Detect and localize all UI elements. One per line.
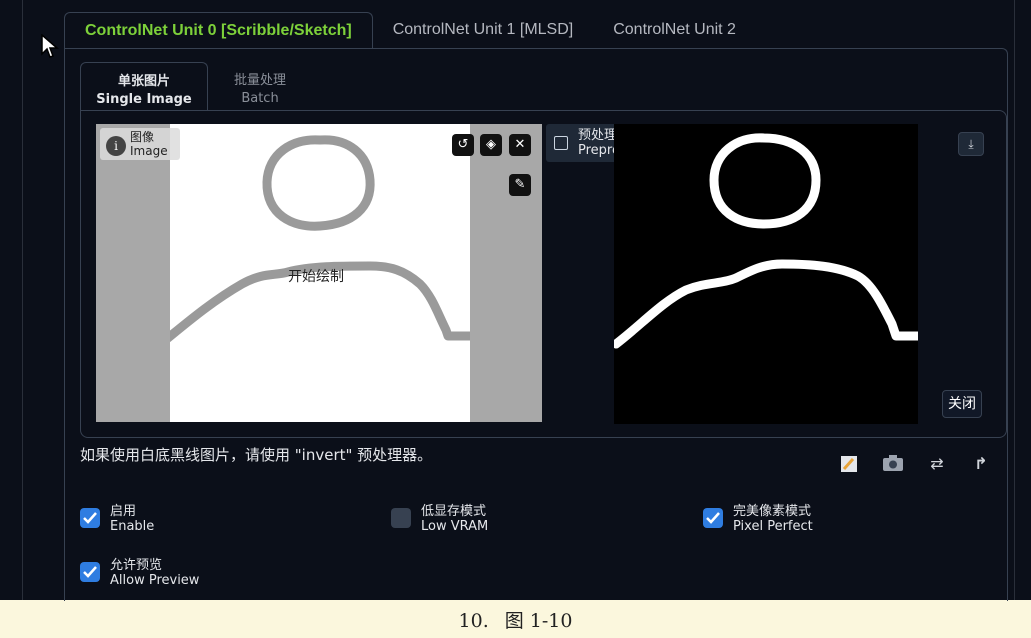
swap-icon[interactable]: ⇄ bbox=[926, 454, 948, 474]
edit-icon[interactable] bbox=[838, 454, 860, 474]
divider bbox=[1014, 0, 1015, 600]
tab-unit-0[interactable]: ControlNet Unit 0 [Scribble/Sketch] bbox=[64, 12, 373, 49]
checkbox-label-en: Pixel Perfect bbox=[733, 519, 813, 534]
preprocessor-preview-image bbox=[611, 124, 923, 424]
download-icon[interactable]: ⤓ bbox=[958, 132, 984, 156]
tab-label-cn: 批量处理 bbox=[233, 73, 286, 88]
image-label-cn: 图像 bbox=[130, 130, 155, 144]
image-label: i 图像 Image bbox=[100, 128, 180, 160]
brush-icon[interactable]: ✎ bbox=[509, 174, 531, 196]
mouse-cursor-icon bbox=[41, 34, 60, 58]
checkbox-label-en: Low VRAM bbox=[421, 519, 489, 534]
pixel-perfect-checkbox[interactable] bbox=[703, 508, 723, 528]
checkbox-label-cn: 完美像素模式 bbox=[733, 504, 812, 519]
camera-icon[interactable] bbox=[882, 454, 904, 474]
caption-number: 10. bbox=[458, 610, 489, 632]
low-vram-checkbox[interactable] bbox=[391, 508, 411, 528]
checkbox-label-en: Enable bbox=[110, 519, 155, 534]
tab-unit-1[interactable]: ControlNet Unit 1 [MLSD] bbox=[373, 12, 594, 48]
allow-preview-label: 允许预览 Allow Preview bbox=[110, 558, 199, 588]
preview-drawing bbox=[611, 133, 923, 349]
tab-unit-2[interactable]: ControlNet Unit 2 bbox=[593, 12, 756, 48]
enable-label: 启用 Enable bbox=[110, 504, 154, 534]
divider bbox=[22, 0, 23, 600]
eraser-icon[interactable]: ◈ bbox=[480, 134, 502, 156]
checkbox-label-cn: 允许预览 bbox=[110, 558, 163, 573]
image-icon bbox=[554, 136, 568, 150]
close-icon[interactable]: ✕ bbox=[509, 134, 531, 156]
image-label-en: Image bbox=[130, 144, 168, 158]
controlnet-panel: ControlNet Unit 0 [Scribble/Sketch] Cont… bbox=[0, 0, 1031, 601]
tab-label-en: Single Image bbox=[96, 92, 192, 107]
unit-tabs: ControlNet Unit 0 [Scribble/Sketch] Cont… bbox=[64, 12, 756, 49]
tab-single-image[interactable]: 单张图片 Single Image bbox=[80, 62, 208, 110]
tab-batch[interactable]: 批量处理 Batch bbox=[212, 62, 308, 110]
upload-arrow-icon[interactable]: ↱ bbox=[970, 454, 992, 474]
tab-label-cn: 单张图片 bbox=[117, 74, 170, 89]
low-vram-label: 低显存模式 Low VRAM bbox=[421, 504, 488, 534]
start-drawing-text[interactable]: 开始绘制 bbox=[288, 266, 344, 286]
figure-caption: 10. 图 1-10 bbox=[0, 606, 1031, 633]
allow-preview-checkbox[interactable] bbox=[80, 562, 100, 582]
pixel-perfect-label: 完美像素模式 Pixel Perfect bbox=[733, 504, 813, 534]
checkbox-label-cn: 低显存模式 bbox=[421, 504, 487, 519]
invert-hint: 如果使用白底黑线图片，请使用 "invert" 预处理器。 bbox=[80, 446, 433, 464]
undo-icon[interactable]: ↺ bbox=[452, 134, 474, 156]
caption-text: 图 1-10 bbox=[504, 610, 573, 632]
image-info-icon: i bbox=[106, 136, 126, 156]
checkbox-label-en: Allow Preview bbox=[110, 573, 200, 588]
close-preview-button[interactable]: 关闭 bbox=[942, 390, 982, 418]
checkbox-label-cn: 启用 bbox=[110, 504, 137, 519]
enable-checkbox[interactable] bbox=[80, 508, 100, 528]
tab-label-en: Batch bbox=[241, 91, 279, 106]
